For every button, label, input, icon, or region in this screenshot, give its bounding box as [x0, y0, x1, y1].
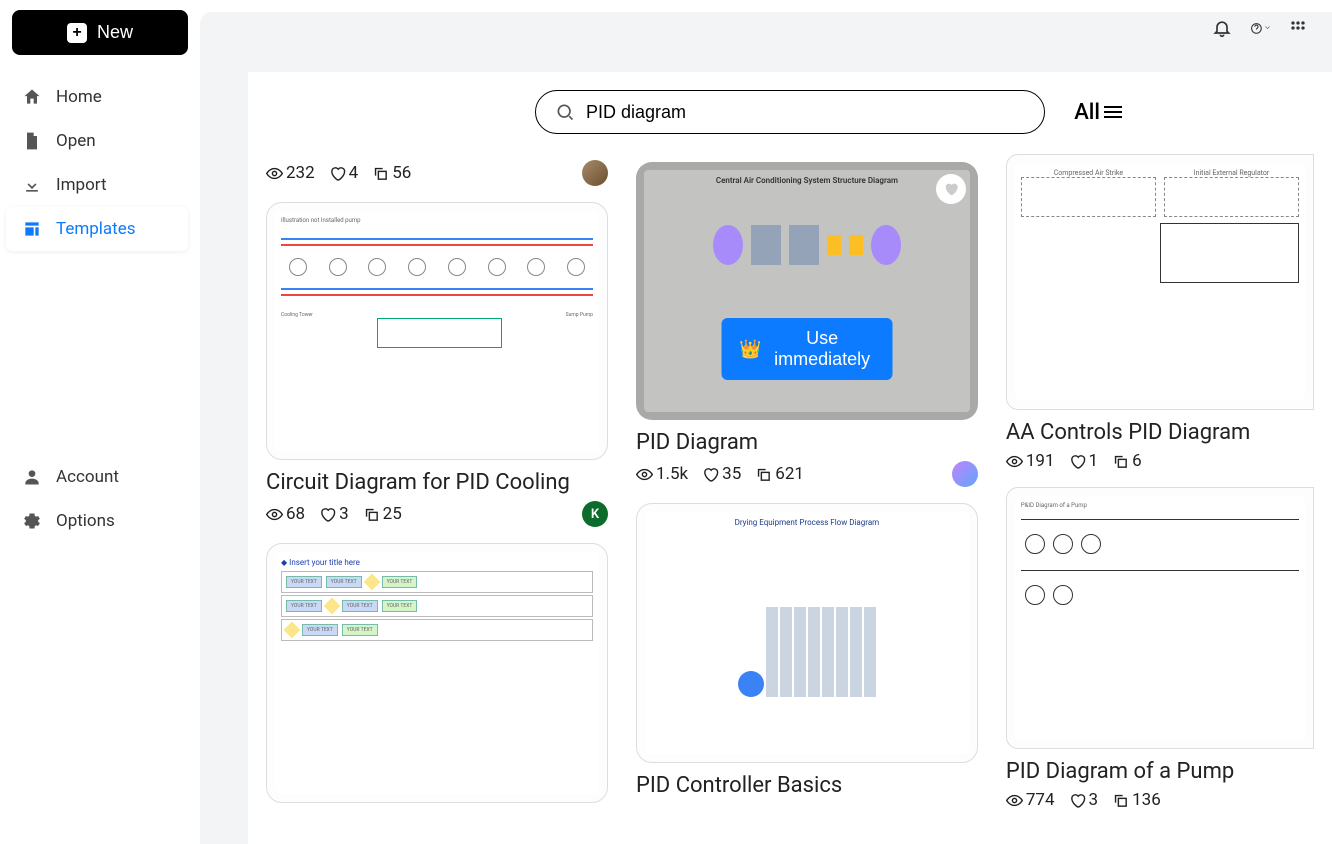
- views-stat: 191: [1006, 451, 1055, 471]
- help-icon[interactable]: [1250, 18, 1270, 38]
- sidebar-item-templates[interactable]: Templates: [6, 207, 188, 251]
- views-stat: 68: [266, 504, 305, 524]
- use-button-label: Use immediately: [770, 328, 875, 370]
- favorite-icon[interactable]: [936, 174, 966, 204]
- template-card-aa-controls[interactable]: Compressed Air Strike Initial External R…: [1006, 154, 1314, 471]
- card-title: PID Diagram of a Pump: [1006, 759, 1314, 784]
- sidebar-item-open[interactable]: Open: [12, 119, 188, 163]
- template-grid: 232 4 56 Illustration not Installed pump: [248, 154, 1332, 810]
- sidebar-item-label: Open: [56, 131, 96, 151]
- likes-stat: 1: [1069, 451, 1099, 471]
- crown-icon: 👑: [739, 339, 761, 360]
- main-area: All 232 4 56: [200, 12, 1332, 844]
- card-title: PID Controller Basics: [636, 773, 978, 798]
- sidebar-item-label: Account: [56, 467, 119, 487]
- sidebar-item-options[interactable]: Options: [12, 499, 188, 543]
- card-thumb: Compressed Air Strike Initial External R…: [1006, 154, 1314, 410]
- likes-stat: 4: [329, 163, 359, 183]
- content: All 232 4 56: [248, 72, 1332, 844]
- likes-stat: 3: [1069, 790, 1099, 810]
- avatar[interactable]: [952, 461, 978, 487]
- sidebar: + New Home Open Import: [0, 0, 200, 844]
- card-stats: 1.5k 35 621: [636, 461, 978, 487]
- templates-icon: [22, 219, 42, 239]
- new-button[interactable]: + New: [12, 10, 188, 55]
- plus-icon: +: [67, 23, 87, 43]
- search-input[interactable]: [535, 90, 1045, 134]
- content-header: All: [248, 80, 1332, 154]
- template-card-pid-diagram[interactable]: Central Air Conditioning System Structur…: [636, 162, 978, 487]
- template-card-partial: 232 4 56: [266, 154, 608, 186]
- card-stats: 68 3 25 K: [266, 501, 608, 527]
- sidebar-item-label: Templates: [56, 219, 136, 239]
- likes-stat: 35: [702, 464, 741, 484]
- copies-stat: 25: [363, 504, 402, 524]
- apps-icon[interactable]: [1288, 18, 1308, 38]
- home-icon: [22, 87, 42, 107]
- sidebar-item-label: Options: [56, 511, 115, 531]
- account-icon: [22, 467, 42, 487]
- sidebar-item-label: Home: [56, 87, 102, 107]
- grid-col-2: Central Air Conditioning System Structur…: [636, 154, 978, 810]
- card-thumb: P&ID Diagram of a Pump: [1006, 487, 1314, 749]
- topbar: [1212, 18, 1308, 38]
- card-stats: 191 1 6: [1006, 451, 1314, 471]
- card-thumb: Drying Equipment Process Flow Diagram: [636, 503, 978, 763]
- bell-icon[interactable]: [1212, 18, 1232, 38]
- gear-icon: [22, 511, 42, 531]
- card-thumb: Central Air Conditioning System Structur…: [636, 162, 978, 420]
- card-title: Circuit Diagram for PID Cooling: [266, 470, 608, 495]
- copies-stat: 621: [755, 464, 804, 484]
- search-wrap: [535, 90, 1045, 134]
- import-icon: [22, 175, 42, 195]
- template-card-circuit[interactable]: Illustration not Installed pump Cooling …: [266, 202, 608, 527]
- filter-all-button[interactable]: All: [1074, 100, 1122, 125]
- template-card-pump[interactable]: P&ID Diagram of a Pump PID Diagram of a …: [1006, 487, 1314, 810]
- card-thumb: Illustration not Installed pump Cooling …: [266, 202, 608, 460]
- hamburger-icon: [1104, 106, 1122, 118]
- card-title: AA Controls PID Diagram: [1006, 420, 1314, 445]
- sidebar-item-home[interactable]: Home: [12, 75, 188, 119]
- likes-stat: 3: [319, 504, 349, 524]
- card-stats: 232 4 56: [266, 160, 608, 186]
- copies-stat: 6: [1112, 451, 1142, 471]
- sidebar-item-import[interactable]: Import: [12, 163, 188, 207]
- views-stat: 774: [1006, 790, 1055, 810]
- grid-col-1: 232 4 56 Illustration not Installed pump: [266, 154, 608, 810]
- new-button-label: New: [97, 22, 133, 43]
- search-icon: [555, 102, 575, 122]
- template-card-controller[interactable]: Drying Equipment Process Flow Diagram PI…: [636, 503, 978, 798]
- views-stat: 1.5k: [636, 464, 688, 484]
- card-title: PID Diagram: [636, 430, 978, 455]
- card-thumb: ◆ Insert your title here YOUR TEXTYOUR T…: [266, 543, 608, 803]
- views-stat: 232: [266, 163, 315, 183]
- copies-stat: 136: [1112, 790, 1161, 810]
- sidebar-item-label: Import: [56, 175, 107, 195]
- use-immediately-button[interactable]: 👑 Use immediately: [721, 318, 892, 380]
- nav-list: Home Open Import Templates: [12, 75, 188, 455]
- nav-bottom: Account Options: [12, 455, 188, 835]
- avatar[interactable]: K: [582, 501, 608, 527]
- filter-label: All: [1074, 100, 1100, 125]
- template-card-flowchart[interactable]: ◆ Insert your title here YOUR TEXTYOUR T…: [266, 543, 608, 803]
- avatar[interactable]: [582, 160, 608, 186]
- copies-stat: 56: [372, 163, 411, 183]
- card-stats: 774 3 136: [1006, 790, 1314, 810]
- file-icon: [22, 131, 42, 151]
- grid-col-3: Compressed Air Strike Initial External R…: [1006, 154, 1314, 810]
- sidebar-item-account[interactable]: Account: [12, 455, 188, 499]
